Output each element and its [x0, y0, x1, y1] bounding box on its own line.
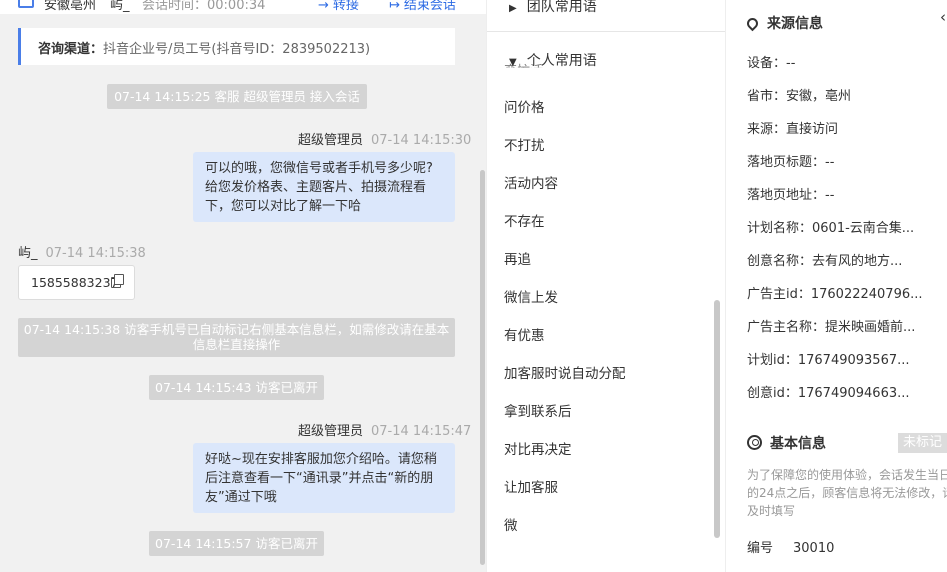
- customer-id-label: 编号: [747, 541, 774, 556]
- exit-icon: ↦: [389, 0, 400, 13]
- phrase-item[interactable]: 不打扰: [504, 134, 545, 154]
- visitor-message-bubble: 15855883237: [18, 265, 135, 300]
- status-badge[interactable]: 未标记: [898, 433, 947, 453]
- agent-message-bubble: 好哒~现在安排客服加您介绍哈。请您稍后注意查看一下“通讯录”并点击“新的朋友”通…: [193, 443, 455, 513]
- customer-id-value: 30010: [793, 541, 835, 556]
- end-session-button[interactable]: ↦ 结束会话: [389, 0, 456, 13]
- phrase-item[interactable]: 微信上发: [504, 286, 558, 306]
- transfer-button[interactable]: → 转接: [318, 0, 359, 13]
- quick-phrases-panel: ▶ 团队常用语 变忙活 ▼ 个人常用语 问价格 不打扰 活动内容 不存在 再追 微信…: [486, 0, 726, 572]
- basic-info-header: 基本信息: [747, 433, 826, 453]
- source-info-title: 来源信息: [767, 16, 823, 32]
- basic-info-title: 基本信息: [770, 436, 826, 452]
- visitor-name: 屿_: [110, 0, 130, 13]
- message-time: 07-14 14:15:47: [371, 424, 472, 439]
- system-message: 07-14 14:15:57 访客已离开: [149, 531, 324, 556]
- phrase-item[interactable]: 活动内容: [504, 172, 558, 192]
- phrase-item[interactable]: 微: [504, 514, 518, 534]
- personal-phrases-group[interactable]: ▼ 个人常用语: [487, 50, 725, 70]
- personal-phrases-label: 个人常用语: [526, 53, 597, 69]
- phrase-item[interactable]: 让加客服: [504, 476, 558, 496]
- system-message: 07-14 14:15:25 客服 超级管理员 接入会话: [107, 84, 367, 109]
- info-row-advertiser-id: 广告主id：176022240796...: [747, 287, 923, 302]
- info-row-landing-title: 落地页标题：--: [747, 155, 835, 170]
- phrases-scrollbar[interactable]: [714, 300, 720, 538]
- phone-number: 15855883237: [31, 275, 119, 290]
- info-row-advertiser-name: 广告主名称：提米映画婚前...: [747, 320, 916, 335]
- sender-name: 超级管理员: [298, 424, 364, 439]
- chat-header: 安徽亳州 屿_ 会话时间：00:00:34 → 转接 ↦ 结束会话: [0, 0, 486, 14]
- visitor-region: 安徽亳州: [44, 0, 97, 13]
- channel-value: 抖音企业号/员工号(抖音号ID：2839502213): [103, 42, 371, 57]
- session-duration: 会话时间：00:00:34: [142, 0, 266, 13]
- team-phrases-group[interactable]: ▶ 团队常用语: [487, 0, 725, 32]
- chat-scrollbar[interactable]: [480, 170, 485, 565]
- phrase-item[interactable]: 不存在: [504, 210, 545, 230]
- sender-name: 屿_: [18, 246, 38, 261]
- edit-deadline-note: 为了保障您的使用体验，会话发生当日的24点之后，顾客信息将无法修改，请及时填写: [747, 468, 947, 518]
- system-message: 07-14 14:15:38 访客手机号已自动标记右侧基本信息栏，如需修改请在基…: [18, 318, 455, 357]
- chevron-left-icon[interactable]: ‹: [940, 8, 946, 26]
- caret-down-icon: ▼: [509, 57, 517, 68]
- message-meta: 超级管理员 07-14 14:15:47: [298, 420, 471, 439]
- visitor-info-panel: ‹ 来源信息 设备：-- 省市：安徽，亳州 来源：直接访问 落地页标题：-- 落…: [727, 0, 947, 572]
- team-phrases-label: 团队常用语: [526, 0, 597, 15]
- info-row-creative-name: 创意名称：去有风的地方...: [747, 254, 903, 269]
- channel-label: 咨询渠道：: [38, 42, 104, 57]
- agent-message-bubble: 可以的哦，您微信号或者手机号多少呢?给您发价格表、主题客片、拍摄流程看下，您可以…: [193, 152, 455, 222]
- caret-right-icon: ▶: [509, 3, 517, 14]
- info-row-landing-url: 落地页地址：--: [747, 188, 835, 203]
- phrase-item[interactable]: 再追: [504, 248, 531, 268]
- consult-channel: 咨询渠道：抖音企业号/员工号(抖音号ID：2839502213): [18, 28, 455, 65]
- phrase-item[interactable]: 加客服时说自动分配: [504, 362, 626, 382]
- message-time: 07-14 14:15:38: [45, 246, 146, 261]
- sender-name: 超级管理员: [298, 133, 364, 148]
- user-icon: [747, 435, 762, 450]
- chat-panel: 安徽亳州 屿_ 会话时间：00:00:34 → 转接 ↦ 结束会话 咨询渠道：抖音企…: [0, 0, 486, 572]
- system-message: 07-14 14:15:43 访客已离开: [149, 375, 324, 400]
- info-row-device: 设备：--: [747, 56, 796, 71]
- info-row-plan-name: 计划名称：0601-云南合集...: [747, 221, 915, 236]
- info-row-creative-id: 创意id：176749094663...: [747, 386, 910, 401]
- message-meta: 超级管理员 07-14 14:15:30: [298, 129, 471, 148]
- phrase-item[interactable]: 拿到联系后: [504, 400, 572, 420]
- phrase-item[interactable]: 问价格: [504, 96, 545, 116]
- source-info-header: 来源信息: [744, 13, 823, 33]
- phrase-item[interactable]: 对比再决定: [504, 438, 572, 458]
- info-row-plan-id: 计划id：176749093567...: [747, 353, 910, 368]
- message-meta: 屿_ 07-14 14:15:38: [18, 242, 146, 261]
- monitor-icon: [18, 0, 34, 8]
- message-time: 07-14 14:15:30: [371, 133, 472, 148]
- info-row-province: 省市：安徽，亳州: [747, 89, 852, 104]
- copy-icon[interactable]: [111, 274, 124, 288]
- transfer-icon: →: [318, 0, 329, 13]
- info-row-source: 来源：直接访问: [747, 122, 839, 137]
- location-pin-icon: [744, 15, 761, 32]
- phrase-item[interactable]: 有优惠: [504, 324, 545, 344]
- customer-id-row: 编号 30010: [747, 537, 834, 556]
